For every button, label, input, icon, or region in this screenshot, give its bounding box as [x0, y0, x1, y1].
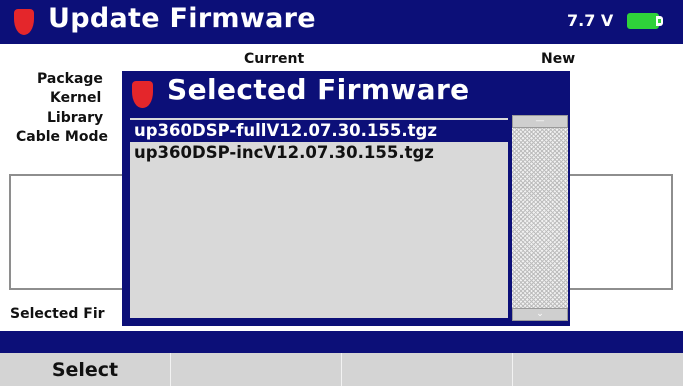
- softkey-4[interactable]: [513, 353, 683, 386]
- list-item[interactable]: up360DSP-incV12.07.30.155.tgz: [130, 142, 508, 164]
- selected-firmware-label: Selected Fir: [10, 306, 105, 322]
- column-header-new: New: [541, 51, 576, 67]
- scroll-down-button[interactable]: ⌄: [512, 308, 568, 321]
- selected-firmware-dialog: Selected Firmware up360DSP-fullV12.07.30…: [122, 71, 570, 326]
- dialog-title: Selected Firmware: [167, 73, 470, 106]
- shield-logo-icon: [132, 81, 153, 108]
- firmware-list[interactable]: up360DSP-fullV12.07.30.155.tgz up360DSP-…: [127, 115, 511, 321]
- title-bar: Update Firmware 7.7 V: [0, 0, 683, 44]
- battery-icon: [627, 13, 659, 29]
- softkey-3[interactable]: [342, 353, 513, 386]
- row-label-cable-modem: Cable Mode: [16, 129, 108, 145]
- status-bar: [0, 331, 683, 353]
- page-title: Update Firmware: [48, 3, 316, 34]
- battery-tip: [656, 16, 663, 26]
- column-header-current: Current: [244, 51, 305, 67]
- softkey-2[interactable]: [171, 353, 342, 386]
- row-label-kernel: Kernel: [50, 90, 102, 106]
- row-label-package: Package: [37, 71, 103, 87]
- row-label-library: Library: [47, 110, 104, 126]
- scroll-up-button[interactable]: —: [512, 115, 568, 128]
- shield-logo-icon: [14, 9, 34, 35]
- list-item[interactable]: up360DSP-fullV12.07.30.155.tgz: [130, 120, 508, 142]
- softkey-bar: Select: [0, 353, 683, 386]
- scrollbar[interactable]: — ⌄: [512, 115, 568, 321]
- softkey-select[interactable]: Select: [0, 353, 171, 386]
- voltage-readout: 7.7 V: [567, 11, 614, 30]
